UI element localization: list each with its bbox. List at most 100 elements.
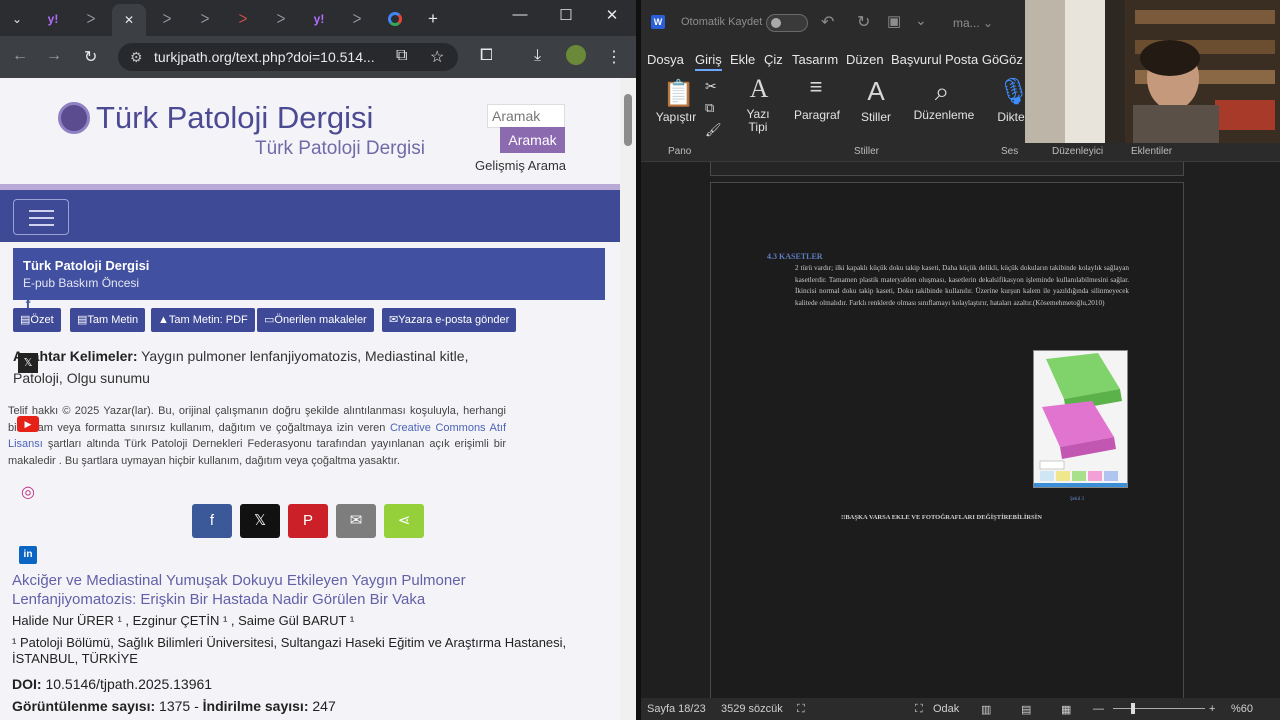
plus-icon: +: [428, 9, 438, 28]
focus-icon[interactable]: ⛶: [915, 703, 923, 716]
more-menu-icon[interactable]: ⋮: [606, 47, 622, 67]
nav-band: [0, 190, 620, 242]
forward-icon[interactable]: →: [46, 47, 62, 65]
reload-icon[interactable]: ↻: [84, 47, 97, 67]
menu-mailings[interactable]: Posta Gö: [945, 52, 999, 67]
google-icon: [388, 12, 402, 26]
tab-close-icon[interactable]: ✕: [124, 13, 134, 27]
new-tab-button[interactable]: +: [420, 8, 446, 30]
read-mode-icon[interactable]: ▥: [981, 703, 991, 716]
share-facebook-button[interactable]: f: [192, 504, 232, 538]
page-scrollbar[interactable]: [620, 78, 636, 720]
hamburger-menu-button[interactable]: [13, 199, 69, 235]
undo-icon[interactable]: ↶: [821, 12, 834, 32]
social-facebook-icon[interactable]: f: [14, 290, 42, 318]
maximize-button[interactable]: ☐: [552, 6, 580, 24]
share-email-button[interactable]: ✉: [336, 504, 376, 538]
search-icon[interactable]: ⌕: [927, 76, 957, 108]
social-youtube-icon[interactable]: ▶: [17, 416, 39, 432]
tab-1[interactable]: ᐳ: [78, 8, 104, 30]
styles-button[interactable]: Stiller: [853, 110, 899, 124]
menu-file[interactable]: Dosya: [647, 52, 684, 67]
doi-value[interactable]: 10.5146/tjpath.2025.13961: [45, 676, 212, 692]
font-icon[interactable]: A: [745, 74, 773, 104]
social-linkedin-icon[interactable]: in: [19, 546, 37, 564]
cut-icon[interactable]: ✂: [705, 78, 717, 95]
menu-layout[interactable]: Düzen: [846, 52, 884, 67]
tab-7[interactable]: ᐳ: [344, 8, 370, 30]
menu-insert[interactable]: Ekle: [730, 52, 755, 67]
share-x-button[interactable]: 𝕏: [240, 504, 280, 538]
full-text-pdf-button[interactable]: ▲Tam Metin: PDF: [151, 308, 255, 332]
tab-4[interactable]: ᐳ: [230, 8, 256, 30]
print-layout-icon[interactable]: ▤: [1021, 703, 1031, 716]
accessibility-icon[interactable]: ⛶: [797, 703, 805, 716]
styles-icon[interactable]: A: [861, 76, 891, 107]
full-text-button[interactable]: ▤Tam Metin: [70, 308, 146, 332]
microphone-icon[interactable]: 🎙: [997, 76, 1030, 107]
search-input[interactable]: Aramak: [487, 104, 565, 128]
search-button[interactable]: Aramak: [500, 127, 565, 153]
focus-button[interactable]: Odak: [933, 703, 959, 715]
customize-qat-icon[interactable]: ⌄: [915, 12, 927, 29]
related-articles-button[interactable]: ▭Önerilen makaleler: [257, 308, 374, 332]
email-author-button[interactable]: ✉Yazara e-posta gönder: [382, 308, 517, 332]
advanced-search-link[interactable]: Gelişmiş Arama: [475, 158, 566, 173]
translate-icon[interactable]: ⧉: [396, 47, 407, 65]
menu-references[interactable]: Başvurul: [891, 52, 942, 67]
webcam-video: [1025, 0, 1280, 143]
dictate-button[interactable]: Dikte: [993, 110, 1029, 124]
save-icon[interactable]: ▣: [887, 12, 901, 30]
cassette-figure-image[interactable]: [1033, 350, 1128, 488]
download-icon[interactable]: ⤓: [534, 47, 541, 65]
zoom-slider-thumb[interactable]: [1131, 703, 1135, 714]
document-page[interactable]: 4.3 KASETLER 2 türü vardır; ilki kapaklı…: [710, 182, 1184, 702]
scrollbar-thumb[interactable]: [624, 94, 632, 146]
tab-5[interactable]: ᐳ: [268, 8, 294, 30]
paragraph-button[interactable]: Paragraf: [787, 108, 847, 122]
social-instagram-icon[interactable]: ◎: [14, 479, 42, 507]
tab-3[interactable]: ᐳ: [192, 8, 218, 30]
paragraph-icon[interactable]: ≡: [801, 74, 831, 100]
back-icon[interactable]: ←: [12, 47, 28, 65]
bookmark-star-icon[interactable]: ☆: [430, 47, 444, 67]
extensions-icon[interactable]: ⧠: [480, 47, 493, 65]
editing-button[interactable]: Düzenleme: [909, 108, 979, 122]
redo-icon[interactable]: ↻: [857, 12, 870, 32]
zoom-out-icon[interactable]: —: [1093, 703, 1104, 715]
profile-avatar[interactable]: [566, 45, 586, 65]
tab-active[interactable]: ✕: [112, 4, 146, 36]
facebook-icon: f: [209, 512, 215, 529]
zoom-in-icon[interactable]: +: [1209, 703, 1215, 715]
word-count[interactable]: 3529 sözcük: [721, 703, 783, 715]
web-layout-icon[interactable]: ▦: [1061, 703, 1071, 716]
site-info-icon[interactable]: ⚙: [130, 43, 143, 71]
menu-review[interactable]: Göz: [999, 52, 1023, 67]
site-title[interactable]: Türk Patoloji Dergisi: [96, 100, 373, 136]
zoom-slider[interactable]: [1113, 708, 1205, 709]
format-painter-icon[interactable]: 🖌: [705, 122, 722, 138]
page-count[interactable]: Sayfa 18/23: [647, 703, 706, 715]
close-window-button[interactable]: ✕: [598, 6, 626, 24]
journal-logo[interactable]: [58, 102, 90, 134]
menu-design[interactable]: Tasarım: [792, 52, 838, 67]
zoom-level[interactable]: %60: [1231, 703, 1253, 715]
copy-icon[interactable]: ⧉: [705, 100, 714, 116]
journal-name: Türk Patoloji Dergisi: [23, 258, 150, 273]
document-name[interactable]: ma... ⌄: [953, 16, 993, 30]
paste-button[interactable]: Yapıştır: [651, 110, 701, 124]
social-x-icon[interactable]: 𝕏: [18, 353, 38, 373]
minimize-button[interactable]: —: [506, 6, 534, 23]
tab-6[interactable]: y!: [306, 8, 332, 30]
menu-home[interactable]: Giriş: [695, 52, 722, 71]
tab-yahoo[interactable]: y!: [40, 8, 66, 30]
font-button[interactable]: Yazı Tipi: [737, 108, 779, 134]
tab-8[interactable]: [382, 8, 408, 30]
share-pinterest-button[interactable]: P: [288, 504, 328, 538]
share-sharethis-button[interactable]: ⋖: [384, 504, 424, 538]
menu-draw[interactable]: Çiz: [764, 52, 783, 67]
paste-icon[interactable]: 📋: [661, 78, 697, 109]
tab-search-icon[interactable]: ⌄: [6, 8, 28, 30]
autosave-toggle[interactable]: [766, 14, 808, 32]
tab-2[interactable]: ᐳ: [154, 8, 180, 30]
